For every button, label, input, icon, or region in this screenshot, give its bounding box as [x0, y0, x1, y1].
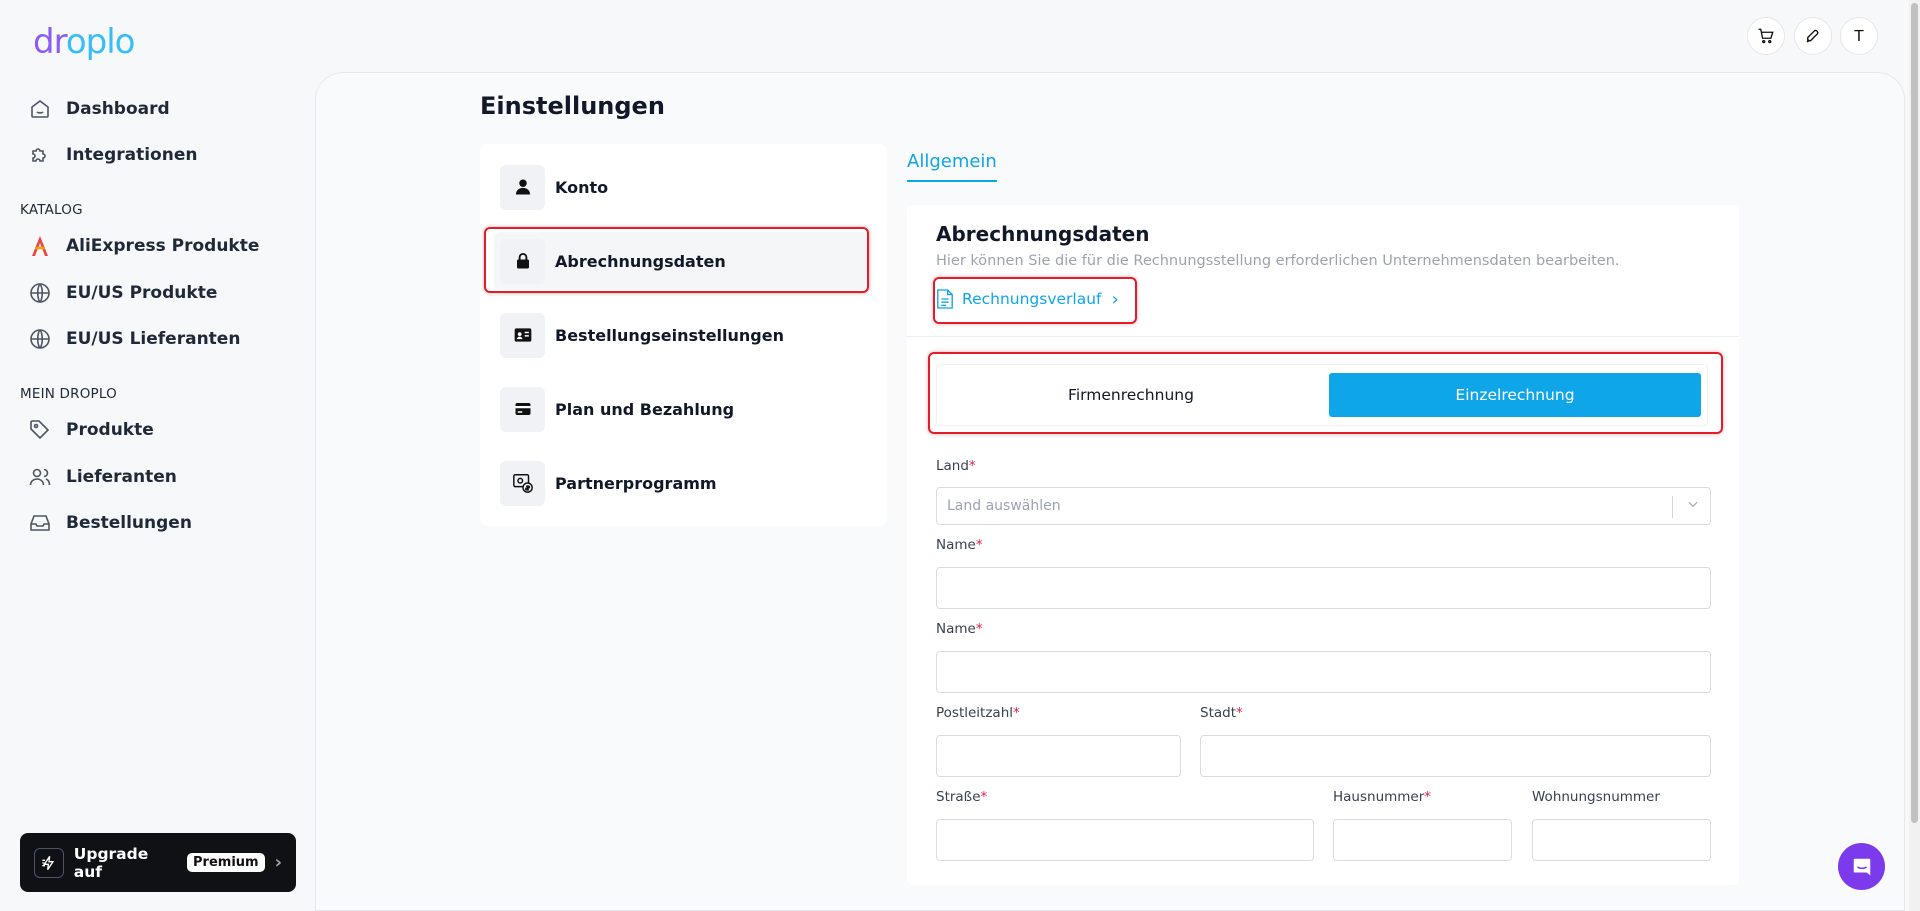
- globe-icon: [30, 329, 50, 349]
- tag-icon: [30, 420, 50, 440]
- settings-item-partner-program[interactable]: Partnerprogramm: [494, 454, 871, 512]
- section-label-mine: MEIN DROPLO: [20, 386, 117, 402]
- users-icon: [29, 468, 51, 486]
- tab-general[interactable]: Allgemein: [907, 151, 997, 182]
- settings-item-account[interactable]: Konto: [494, 158, 871, 216]
- sidebar-item-dashboard[interactable]: Dashboard: [28, 91, 298, 127]
- billing-title: Abrechnungsdaten: [936, 222, 1150, 246]
- settings-item-order-settings[interactable]: Bestellungseinstellungen: [494, 306, 871, 364]
- premium-badge: Premium: [187, 853, 265, 872]
- name-label-2: Name*: [936, 621, 983, 637]
- settings-menu: Konto Abrechnungsdaten Bestellungseinste…: [480, 144, 887, 526]
- name-field-1[interactable]: [936, 567, 1711, 609]
- street-field[interactable]: [936, 819, 1314, 861]
- sidebar-item-label: Bestellungen: [66, 513, 192, 533]
- chat-icon: [1853, 858, 1870, 875]
- sidebar-item-label: Produkte: [66, 420, 154, 440]
- sidebar-item-label: Lieferanten: [66, 467, 177, 487]
- section-label-catalog: KATALOG: [20, 202, 83, 218]
- settings-item-label: Konto: [555, 177, 609, 197]
- droplo-logo[interactable]: droplo: [33, 22, 136, 62]
- settings-item-label: Plan und Bezahlung: [555, 399, 735, 419]
- globe-icon: [30, 283, 50, 303]
- user-avatar[interactable]: T: [1840, 17, 1878, 55]
- zip-label: Postleitzahl*: [936, 705, 1020, 721]
- scrollbar[interactable]: [1909, 0, 1920, 911]
- settings-item-billing[interactable]: Abrechnungsdaten: [494, 232, 871, 290]
- document-icon: [937, 289, 953, 309]
- street-label: Straße*: [936, 789, 988, 805]
- inbox-icon: [30, 515, 50, 531]
- sidebar: droplo Dashboard Integrationen KATALOG A…: [0, 0, 315, 911]
- house-number-label: Hausnummer*: [1333, 789, 1432, 805]
- settings-item-label: Bestellungseinstellungen: [555, 325, 784, 345]
- individual-invoice-option[interactable]: Einzelrechnung: [1329, 373, 1701, 417]
- sidebar-item-euus-suppliers[interactable]: EU/US Lieferanten: [28, 321, 298, 357]
- zip-field[interactable]: [936, 735, 1181, 777]
- rocket-icon: [1806, 29, 1819, 43]
- credit-card-icon: [500, 386, 545, 432]
- billing-subtitle: Hier können Sie die für die Rechnungsste…: [936, 253, 1620, 269]
- logo-part-1: dr: [33, 22, 67, 62]
- country-label: Land*: [936, 458, 976, 474]
- sidebar-item-products[interactable]: Produkte: [28, 412, 298, 448]
- user-icon: [500, 164, 545, 210]
- settings-item-label: Partnerprogramm: [555, 473, 717, 493]
- apartment-number-label: Wohnungsnummer: [1532, 789, 1660, 805]
- cart-icon: [1758, 28, 1774, 44]
- sidebar-item-aliexpress[interactable]: AliExpress Produkte: [28, 228, 298, 264]
- invoice-history-link[interactable]: Rechnungsverlauf ›: [936, 284, 1119, 314]
- country-placeholder: Land auswählen: [947, 498, 1061, 514]
- puzzle-icon: [32, 148, 46, 162]
- city-field[interactable]: [1200, 735, 1711, 777]
- sidebar-item-euus-products[interactable]: EU/US Produkte: [28, 275, 298, 311]
- cart-button[interactable]: [1747, 17, 1785, 55]
- country-select[interactable]: Land auswählen: [936, 487, 1711, 525]
- apartment-number-field[interactable]: [1532, 819, 1711, 861]
- avatar-initial: T: [1854, 27, 1864, 45]
- scrollbar-thumb[interactable]: [1911, 3, 1918, 823]
- home-icon: [31, 100, 49, 118]
- chevron-right-icon: ›: [1111, 288, 1119, 310]
- sidebar-item-label: EU/US Lieferanten: [66, 329, 241, 349]
- chevron-right-icon: ›: [274, 852, 282, 873]
- city-label: Stadt*: [1200, 705, 1243, 721]
- settings-item-plan-payment[interactable]: Plan und Bezahlung: [494, 380, 871, 438]
- lock-icon: [500, 238, 545, 284]
- select-separator: [1672, 496, 1673, 518]
- logo-part-2: oplo: [65, 22, 136, 62]
- name-label-1: Name*: [936, 537, 983, 553]
- lightning-icon: [34, 847, 64, 878]
- upgrade-label: Upgrade auf: [73, 844, 149, 881]
- settings-item-label: Abrechnungsdaten: [555, 251, 726, 271]
- upgrade-premium-button[interactable]: Upgrade auf Premium ›: [20, 833, 296, 892]
- chevron-down-icon: [1686, 497, 1700, 515]
- partner-money-icon: [500, 460, 545, 506]
- sidebar-item-orders[interactable]: Bestellungen: [28, 505, 298, 541]
- sidebar-item-suppliers[interactable]: Lieferanten: [28, 459, 298, 495]
- id-card-icon: [500, 312, 545, 358]
- house-number-field[interactable]: [1333, 819, 1512, 861]
- company-invoice-option[interactable]: Firmenrechnung: [945, 373, 1317, 417]
- sidebar-item-label: EU/US Produkte: [66, 283, 218, 303]
- divider: [907, 336, 1739, 337]
- notifications-button[interactable]: [1794, 17, 1832, 55]
- invoice-history-label: Rechnungsverlauf: [962, 290, 1102, 308]
- sidebar-item-label: Integrationen: [66, 145, 198, 165]
- name-field-2[interactable]: [936, 651, 1711, 693]
- page-title: Einstellungen: [480, 92, 665, 120]
- aliexpress-icon: [32, 236, 48, 256]
- sidebar-item-integrations[interactable]: Integrationen: [28, 137, 298, 173]
- invoice-type-toggle: Firmenrechnung Einzelrechnung: [936, 364, 1708, 426]
- chat-launcher-button[interactable]: [1838, 843, 1885, 890]
- sidebar-item-label: Dashboard: [66, 99, 170, 119]
- sidebar-item-label: AliExpress Produkte: [66, 236, 260, 256]
